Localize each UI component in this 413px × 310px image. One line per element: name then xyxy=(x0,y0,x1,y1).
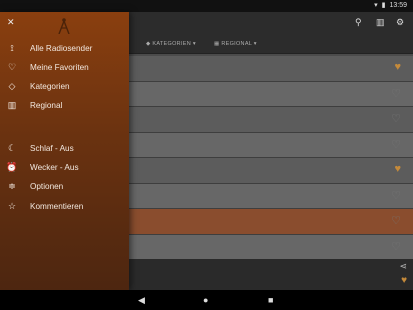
signal-icon: ▾ xyxy=(374,2,378,9)
heart-icon[interactable]: ♡ xyxy=(391,240,401,253)
drawer-item-regional[interactable]: ▥ Regional xyxy=(6,96,126,114)
equalizer-icon[interactable]: ▥ xyxy=(376,17,385,28)
moon-icon: ☾ xyxy=(7,142,17,153)
tab-regional-label: REGIONAL xyxy=(221,41,252,47)
battery-icon: ▮ xyxy=(381,2,386,9)
favorite-heart-icon[interactable]: ♥ xyxy=(401,275,407,286)
status-time: 13:59 xyxy=(389,1,407,9)
drawer-item-options[interactable]: ≑ Optionen xyxy=(6,177,126,195)
home-icon[interactable]: ● xyxy=(203,295,208,305)
heart-outline-icon: ♡ xyxy=(7,61,17,72)
star-icon: ☆ xyxy=(7,200,17,211)
search-icon[interactable]: ⚲ xyxy=(355,17,362,28)
drawer-item-label: Kategorien xyxy=(30,81,70,91)
back-icon[interactable]: ◀ xyxy=(138,295,145,306)
drawer-item-label: Kommentieren xyxy=(30,201,84,211)
tab-categories-label: KATEGORIEN xyxy=(152,41,192,47)
radio-tower-icon: ⟟ xyxy=(10,42,14,53)
sliders-icon: ≑ xyxy=(8,180,16,191)
status-bar: ▾ ▮ 13:59 xyxy=(0,0,413,12)
drawer-item-all-stations[interactable]: ⟟ Alle Radiosender xyxy=(6,39,126,57)
drawer-item-alarm[interactable]: ⏰ Wecker - Aus xyxy=(6,158,126,176)
heart-icon[interactable]: ♥ xyxy=(394,61,401,73)
navigation-drawer: ✕ ⟟ Alle Radiosender ♡ Meine Favoriten ◇… xyxy=(0,12,129,290)
tag-icon: ◇ xyxy=(8,80,16,91)
drawer-item-comment[interactable]: ☆ Kommentieren xyxy=(6,197,126,215)
drawer-item-label: Optionen xyxy=(30,181,64,191)
heart-icon[interactable]: ♡ xyxy=(391,112,401,125)
tab-regional[interactable]: ▦ REGIONAL ▾ xyxy=(214,41,257,47)
drawer-item-sleep[interactable]: ☾ Schlaf - Aus xyxy=(6,139,126,157)
share-icon[interactable]: ⋖ xyxy=(399,261,407,272)
tab-categories[interactable]: ◆ KATEGORIEN ▾ xyxy=(146,41,196,47)
system-nav-bar: ◀ ● ■ xyxy=(0,290,413,310)
building-icon: ▥ xyxy=(7,99,17,110)
drawer-item-label: Regional xyxy=(30,100,63,110)
drawer-item-label: Wecker - Aus xyxy=(30,162,79,172)
heart-icon[interactable]: ♡ xyxy=(391,87,401,100)
close-icon[interactable]: ✕ xyxy=(7,17,15,28)
heart-icon[interactable]: ♡ xyxy=(391,189,401,202)
drawer-item-favorites[interactable]: ♡ Meine Favoriten xyxy=(6,58,126,76)
radio-tower-logo xyxy=(58,18,70,34)
drawer-item-label: Meine Favoriten xyxy=(30,62,89,72)
heart-icon[interactable]: ♥ xyxy=(394,163,401,175)
drawer-item-label: Alle Radiosender xyxy=(30,43,93,53)
settings-icon[interactable]: ⚙ xyxy=(396,17,404,28)
drawer-item-categories[interactable]: ◇ Kategorien xyxy=(6,77,126,95)
heart-icon[interactable]: ♡ xyxy=(391,214,401,227)
drawer-item-label: Schlaf - Aus xyxy=(30,143,74,153)
heart-icon[interactable]: ♡ xyxy=(391,138,401,151)
alarm-clock-icon: ⏰ xyxy=(6,161,18,172)
recents-icon[interactable]: ■ xyxy=(268,295,273,305)
